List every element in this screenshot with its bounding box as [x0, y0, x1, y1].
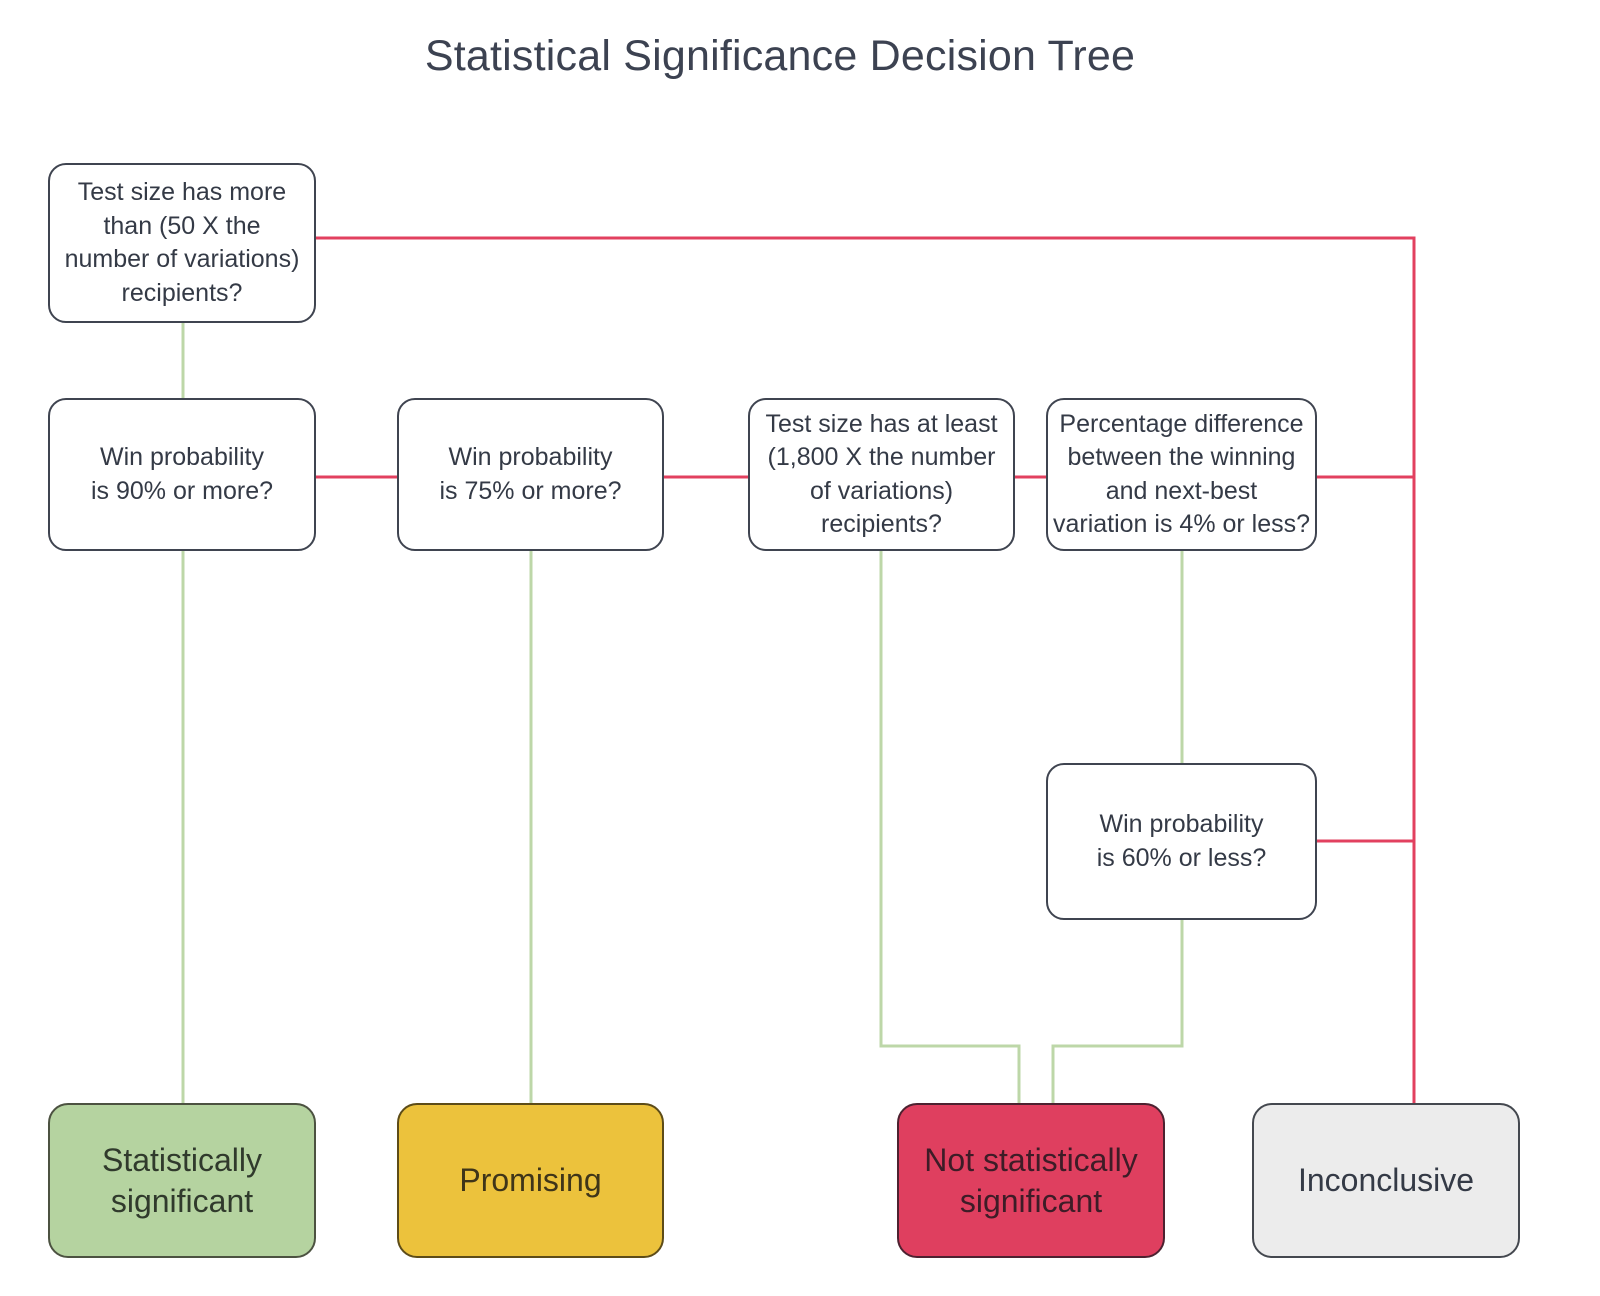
decision-node-test-size-50x[interactable]: Test size has more than (50 X the number…	[48, 163, 316, 323]
decision-node-win-probability-60[interactable]: Win probability is 60% or less?	[1046, 763, 1317, 920]
outcome-node-not-statistically-significant[interactable]: Not statistically significant	[897, 1103, 1165, 1258]
decision-node-win-probability-90[interactable]: Win probability is 90% or more?	[48, 398, 316, 551]
node-label: Inconclusive	[1297, 1162, 1475, 1199]
outcome-node-promising[interactable]: Promising	[397, 1103, 664, 1258]
decision-node-percentage-difference-4[interactable]: Percentage difference between the winnin…	[1046, 398, 1317, 551]
decision-node-win-probability-75[interactable]: Win probability is 75% or more?	[397, 398, 664, 551]
node-label: Win probability is 60% or less?	[1096, 810, 1267, 872]
node-label: Percentage difference between the winnin…	[1052, 409, 1311, 539]
node-label: Test size has at least (1,800 X the numb…	[765, 409, 998, 539]
edge-q4-yes-to-not-statistically-significant	[879, 551, 1021, 1103]
outcome-node-statistically-significant[interactable]: Statistically significant	[48, 1103, 316, 1258]
node-label: Promising	[459, 1162, 602, 1199]
decision-node-test-size-1800x[interactable]: Test size has at least (1,800 X the numb…	[748, 398, 1015, 551]
node-label: Win probability is 75% or more?	[439, 443, 622, 505]
node-label: Test size has more than (50 X the number…	[64, 178, 300, 307]
diagram-canvas: Statistical Significance Decision Tree T…	[0, 0, 1600, 1296]
edge-q6-yes-to-not-statistically-significant	[1051, 920, 1184, 1103]
node-label: Win probability is 90% or more?	[90, 443, 274, 505]
node-label: Statistically significant	[101, 1141, 263, 1219]
diagram-title: Statistical Significance Decision Tree	[424, 32, 1136, 80]
node-label: Not statistically significant	[924, 1141, 1138, 1219]
edge-q1-no-to-inconclusive	[316, 236, 1416, 1103]
outcome-node-inconclusive[interactable]: Inconclusive	[1252, 1103, 1520, 1258]
